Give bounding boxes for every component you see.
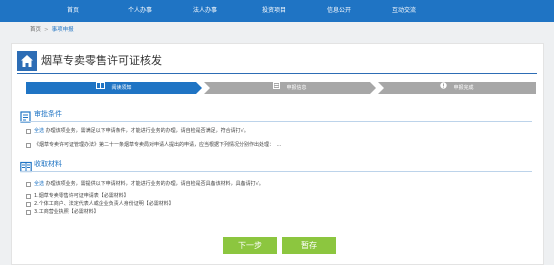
conditions-divider — [20, 121, 532, 122]
step-read-notice: 阅读须知 — [26, 82, 202, 94]
conditions-instruction: 办理该项业务，需满足以下申请条件，才能进行业务的办理，请自检是否满足，符合请打√… — [44, 128, 249, 134]
step-label: 申报信息 — [286, 85, 307, 91]
progress-steps: 阅读须知 申报信息 申报完成 — [26, 82, 536, 94]
title-row: 烟草专卖零售许可证核发 — [17, 51, 537, 74]
nav-item-home[interactable]: 首页 — [67, 0, 79, 22]
document-icon — [20, 108, 31, 127]
step-declare-info: 申报信息 — [204, 82, 376, 94]
material-text: 1.烟草专卖零售许可证申请表【必需材料】 — [34, 193, 129, 199]
select-all-checkbox[interactable] — [26, 181, 31, 187]
material-text: 2.个体工商户、法定代表人或企业负责人身份证明【必需材料】 — [34, 201, 174, 207]
condition-item: 《烟草专卖许可证管理办法》第二十一条烟草专卖局对申请人提出的申请，应当根据下列情… — [26, 141, 526, 150]
nav-item-interaction[interactable]: 互动交流 — [392, 0, 416, 22]
step-label: 阅读须知 — [111, 85, 132, 91]
step-label: 申报完成 — [453, 85, 474, 91]
save-draft-button[interactable]: 暂存 — [282, 237, 336, 254]
material-checkbox[interactable] — [26, 193, 31, 199]
breadcrumb-separator: > — [44, 27, 49, 33]
form-icon — [273, 82, 281, 94]
select-all-label[interactable]: 全选 — [34, 181, 44, 187]
title-divider — [17, 73, 537, 74]
select-all-label[interactable]: 全选 — [34, 128, 44, 134]
main-card: 烟草专卖零售许可证核发 阅读须知 申报信息 申报完成 审批条件 全选 办理该项业… — [11, 43, 544, 265]
nav-item-public-info[interactable]: 信息公开 — [327, 0, 351, 22]
materials-divider — [20, 171, 532, 172]
next-step-button[interactable]: 下一步 — [223, 237, 277, 254]
conditions-title: 审批条件 — [34, 110, 62, 118]
breadcrumb-home[interactable]: 首页 — [30, 27, 41, 33]
materials-title: 收取材料 — [34, 160, 62, 168]
condition-checkbox[interactable] — [26, 142, 31, 148]
materials-instruction: 办理该项业务，需提供以下申请材料，才能进行业务的办理，请自检是否具备该材料，具备… — [44, 181, 264, 187]
conditions-select-all-row: 全选 办理该项业务，需满足以下申请条件，才能进行业务的办理，请自检是否满足，符合… — [26, 127, 526, 136]
step-declare-complete: 申报完成 — [378, 82, 536, 94]
breadcrumb: 首页 > 事项申报 — [30, 25, 74, 35]
nav-item-personal[interactable]: 个人办事 — [128, 0, 152, 22]
select-all-checkbox[interactable] — [26, 128, 31, 134]
material-checkbox[interactable] — [26, 201, 31, 207]
material-item: 3.工商营业执照【必需材料】 — [26, 208, 526, 217]
materials-select-all-row: 全选 办理该项业务，需提供以下申请材料，才能进行业务的办理，请自检是否具备该材料… — [26, 180, 526, 189]
info-icon — [440, 82, 448, 94]
home-icon — [17, 51, 37, 71]
page-title: 烟草专卖零售许可证核发 — [41, 54, 162, 67]
material-text: 3.工商营业执照【必需材料】 — [34, 209, 99, 215]
open-book-icon — [20, 158, 32, 177]
book-icon — [96, 82, 106, 94]
condition-text: 《烟草专卖许可证管理办法》第二十一条烟草专卖局对申请人提出的申请，应当根据下列情… — [34, 142, 282, 148]
top-navigation: 首页 个人办事 法人办事 投资项目 信息公开 互动交流 — [0, 0, 554, 22]
breadcrumb-current: 事项申报 — [51, 27, 74, 33]
nav-item-investment[interactable]: 投资项目 — [262, 0, 286, 22]
material-checkbox[interactable] — [26, 209, 31, 215]
nav-item-legal-person[interactable]: 法人办事 — [193, 0, 217, 22]
